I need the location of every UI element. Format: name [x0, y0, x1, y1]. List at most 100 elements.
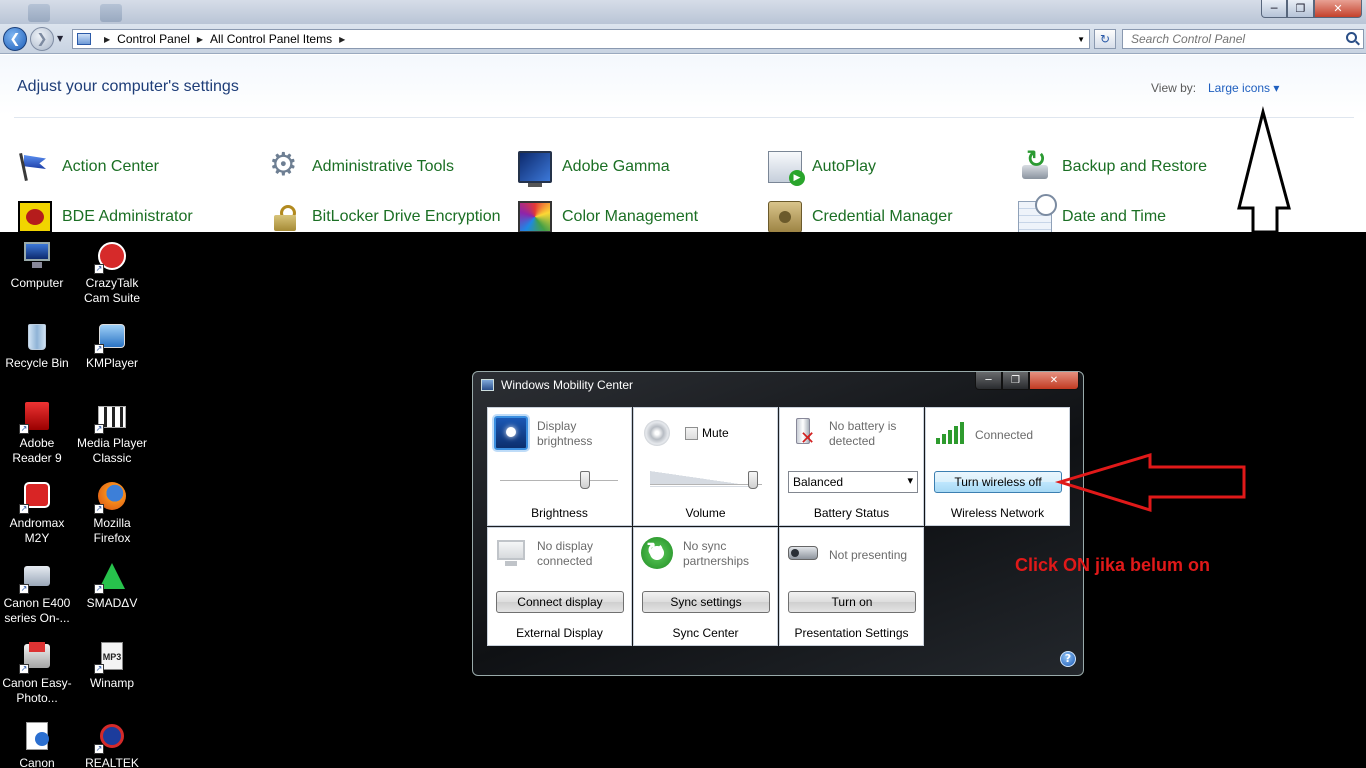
- maximize-button[interactable]: ❐: [1287, 0, 1314, 18]
- desktop-icon-computer[interactable]: Computer: [0, 240, 74, 291]
- desktop-icon-andromax[interactable]: ↗ Andromax M2Y: [0, 480, 74, 546]
- refresh-button[interactable]: ↻: [1094, 29, 1116, 49]
- sync-text: No sync partnerships: [683, 539, 750, 568]
- breadcrumb-separator-icon[interactable]: ▶: [197, 35, 203, 44]
- search-box[interactable]: [1122, 29, 1364, 49]
- address-bar[interactable]: ▶ Control Panel ▶ All Control Panel Item…: [72, 29, 1090, 49]
- cp-item-color-management[interactable]: Color Management: [518, 199, 698, 232]
- cp-item-action-center[interactable]: Action Center: [18, 149, 159, 185]
- power-plan-select[interactable]: Balanced: [788, 471, 918, 493]
- brightness-slider-thumb[interactable]: [579, 471, 590, 489]
- tile-presentation: Not presenting Turn on Presentation Sett…: [779, 527, 924, 646]
- cp-item-autoplay[interactable]: AutoPlay: [768, 149, 876, 186]
- smadav-icon: ↗: [94, 560, 128, 594]
- recent-pages-dropdown-icon[interactable]: ▼: [57, 34, 63, 43]
- cp-item-administrative-tools[interactable]: Administrative Tools: [268, 145, 454, 185]
- film-clapper-icon: ↗: [94, 400, 128, 434]
- help-icon[interactable]: ?: [1060, 651, 1076, 667]
- brightness-slider-track[interactable]: [500, 480, 618, 482]
- navigation-bar: ❮ ❯ ▼ ▶ Control Panel ▶ All Control Pane…: [0, 24, 1366, 54]
- minimize-button[interactable]: ─: [975, 372, 1002, 390]
- divider: [14, 117, 1354, 118]
- cp-item-adobe-gamma[interactable]: Adobe Gamma: [518, 149, 670, 187]
- bde-icon: [18, 201, 52, 232]
- desktop-icon-label: SMADΔV: [86, 596, 138, 610]
- desktop-icon-media-player-classic[interactable]: ↗ Media Player Classic: [75, 400, 149, 466]
- desktop-icon-canon[interactable]: Canon: [0, 720, 74, 768]
- signal-bars-icon[interactable]: [932, 416, 966, 450]
- desktop-icon-label: REALTEK: [85, 756, 139, 768]
- connect-display-button[interactable]: Connect display: [496, 591, 624, 613]
- admin-tools-icon: [268, 145, 302, 183]
- realtek-icon: ↗: [94, 720, 128, 754]
- monitor-icon: [518, 151, 552, 187]
- desktop-icon-recycle-bin[interactable]: Recycle Bin: [0, 320, 74, 371]
- desktop-icon-smadav[interactable]: ↗ SMADΔV: [75, 560, 149, 611]
- projector-icon[interactable]: [786, 536, 820, 570]
- close-button[interactable]: ✕: [1029, 372, 1079, 390]
- power-plan-value: Balanced: [793, 475, 844, 489]
- close-button[interactable]: ✕: [1314, 0, 1362, 18]
- control-panel-icon: [77, 33, 91, 45]
- tile-footer: Sync Center: [672, 626, 739, 640]
- cp-item-bitlocker[interactable]: BitLocker Drive Encryption: [268, 199, 501, 232]
- tile-footer: Battery Status: [813, 506, 890, 520]
- tile-battery: ✕ No battery is detected Balanced Batter…: [779, 407, 924, 526]
- desktop-icon-realtek[interactable]: ↗ REALTEK: [75, 720, 149, 768]
- turn-wireless-off-button[interactable]: Turn wireless off: [934, 471, 1062, 493]
- desktop-icon-label: Media Player Classic: [76, 436, 148, 465]
- crazytalk-icon: ↗: [94, 240, 128, 274]
- desktop-icon-label: Computer: [10, 276, 64, 290]
- desktop-icon-label: CrazyTalk Cam Suite: [83, 276, 141, 305]
- battery-plug-icon[interactable]: ✕: [786, 416, 820, 450]
- desktop-icon-label: Winamp: [89, 676, 134, 690]
- annotation-text: Click ON jika belum on: [1015, 555, 1211, 575]
- annotation-left-arrow: [1054, 452, 1246, 513]
- turn-on-presentation-button[interactable]: Turn on: [788, 591, 916, 613]
- titlebar-ghost-icon: [100, 4, 122, 22]
- monitor-icon[interactable]: [494, 536, 528, 570]
- view-by-dropdown[interactable]: Large icons: [1208, 81, 1279, 95]
- recycle-bin-icon: [21, 320, 53, 352]
- tile-brightness: Display brightness Brightness: [487, 407, 632, 526]
- desktop-icon-canon-easy-photo[interactable]: ↗ Canon Easy-Photo...: [0, 640, 74, 706]
- volume-slider-track[interactable]: [650, 484, 762, 486]
- page-title: Adjust your computer's settings: [17, 78, 239, 95]
- mute-checkbox[interactable]: [685, 427, 698, 440]
- breadcrumb-item[interactable]: Control Panel: [117, 32, 190, 46]
- minimize-button[interactable]: ─: [1261, 0, 1287, 18]
- desktop-icon-adobe-reader[interactable]: ↗ Adobe Reader 9: [0, 400, 74, 466]
- address-dropdown-icon[interactable]: ▼: [1077, 35, 1085, 44]
- tile-footer: Volume: [685, 506, 726, 520]
- cp-item-label: Credential Manager: [812, 208, 953, 225]
- search-icon[interactable]: [1346, 32, 1357, 43]
- back-arrow-icon[interactable]: ❮: [3, 27, 27, 51]
- desktop-icon-winamp[interactable]: MP3 ↗ Winamp: [75, 640, 149, 691]
- cp-item-bde-administrator[interactable]: BDE Administrator: [18, 199, 193, 232]
- sync-icon[interactable]: ↻: [640, 536, 674, 570]
- desktop-icon-crazytalk[interactable]: ↗ CrazyTalk Cam Suite: [75, 240, 149, 306]
- tile-footer: Brightness: [531, 506, 588, 520]
- desktop-icon-label: Canon E400 series On-...: [3, 596, 71, 625]
- cp-item-label: BDE Administrator: [62, 208, 193, 225]
- cp-item-credential-manager[interactable]: Credential Manager: [768, 199, 953, 232]
- sync-settings-button[interactable]: Sync settings: [642, 591, 770, 613]
- maximize-button[interactable]: ❐: [1002, 372, 1029, 390]
- desktop-icon-label: Adobe Reader 9: [12, 436, 62, 465]
- desktop-icon-label: Andromax M2Y: [9, 516, 65, 545]
- speaker-icon[interactable]: [640, 416, 674, 450]
- brightness-icon[interactable]: [494, 416, 528, 450]
- desktop-icon-canon-e400[interactable]: ↗ Canon E400 series On-...: [0, 560, 74, 626]
- kmplayer-icon: ↗: [94, 320, 128, 354]
- cp-item-date-and-time[interactable]: Date and Time: [1018, 194, 1166, 232]
- breadcrumb-separator-icon[interactable]: ▶: [339, 35, 345, 44]
- desktop-icon-label: Canon Easy-Photo...: [2, 676, 72, 705]
- breadcrumb-item[interactable]: All Control Panel Items: [210, 32, 332, 46]
- forward-arrow-icon[interactable]: ❯: [30, 27, 54, 51]
- desktop-icon-firefox[interactable]: ↗ Mozilla Firefox: [75, 480, 149, 546]
- volume-slider-thumb[interactable]: [748, 471, 759, 489]
- desktop-icon-kmplayer[interactable]: ↗ KMPlayer: [75, 320, 149, 371]
- cp-item-backup-and-restore[interactable]: Backup and Restore: [1018, 145, 1207, 185]
- search-input[interactable]: [1131, 32, 1341, 46]
- breadcrumb-separator-icon[interactable]: ▶: [104, 35, 110, 44]
